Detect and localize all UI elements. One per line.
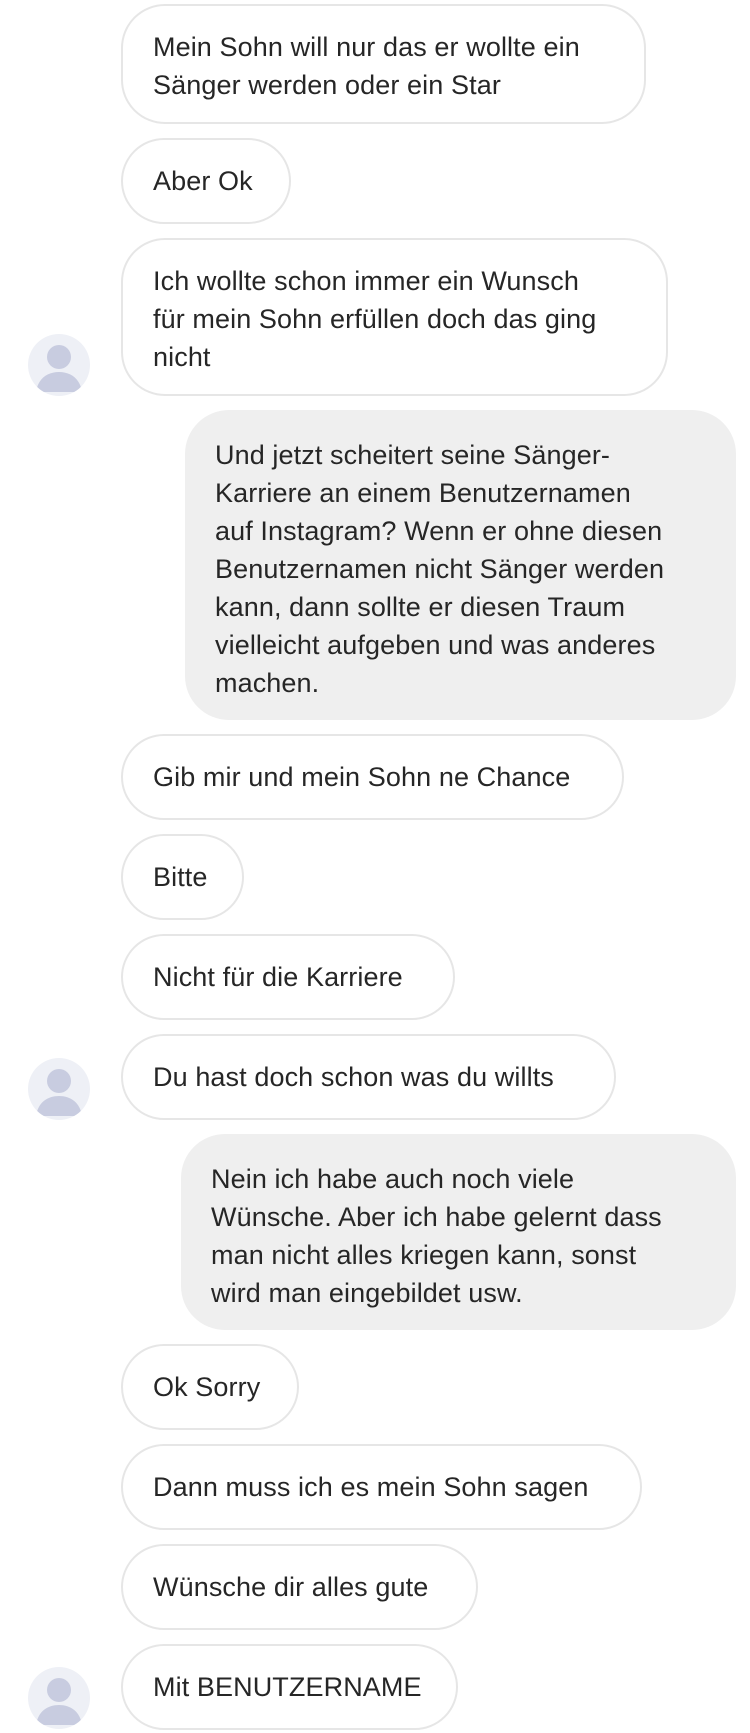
incoming-message-bubble[interactable]: Ich wollte schon immer ein Wunsch für me…	[121, 238, 668, 396]
incoming-message-bubble[interactable]: Mit BENUTZERNAME	[121, 1644, 458, 1730]
incoming-message-bubble[interactable]: Aber Ok	[121, 138, 291, 224]
incoming-message-bubble[interactable]: Bitte	[121, 834, 244, 920]
incoming-message-bubble[interactable]: Gib mir und mein Sohn ne Chance	[121, 734, 624, 820]
user-avatar-icon[interactable]	[28, 1058, 90, 1120]
incoming-message-bubble[interactable]: Dann muss ich es mein Sohn sagen	[121, 1444, 642, 1530]
incoming-message-bubble[interactable]: Mein Sohn will nur das er wollte ein Sän…	[121, 4, 646, 124]
incoming-message-bubble[interactable]: Ok Sorry	[121, 1344, 299, 1430]
incoming-message-bubble[interactable]: Nicht für die Karriere	[121, 934, 455, 1020]
outgoing-message-bubble[interactable]: Und jetzt scheitert seine Sänger- Karrie…	[185, 410, 736, 720]
user-avatar-icon[interactable]	[28, 334, 90, 396]
user-avatar-icon[interactable]	[28, 1667, 90, 1729]
outgoing-message-bubble[interactable]: Nein ich habe auch noch viele Wünsche. A…	[181, 1134, 736, 1330]
incoming-message-bubble[interactable]: Du hast doch schon was du willts	[121, 1034, 616, 1120]
incoming-message-bubble[interactable]: Wünsche dir alles gute	[121, 1544, 478, 1630]
message-thread: Mein Sohn will nur das er wollte ein Sän…	[0, 0, 750, 1733]
